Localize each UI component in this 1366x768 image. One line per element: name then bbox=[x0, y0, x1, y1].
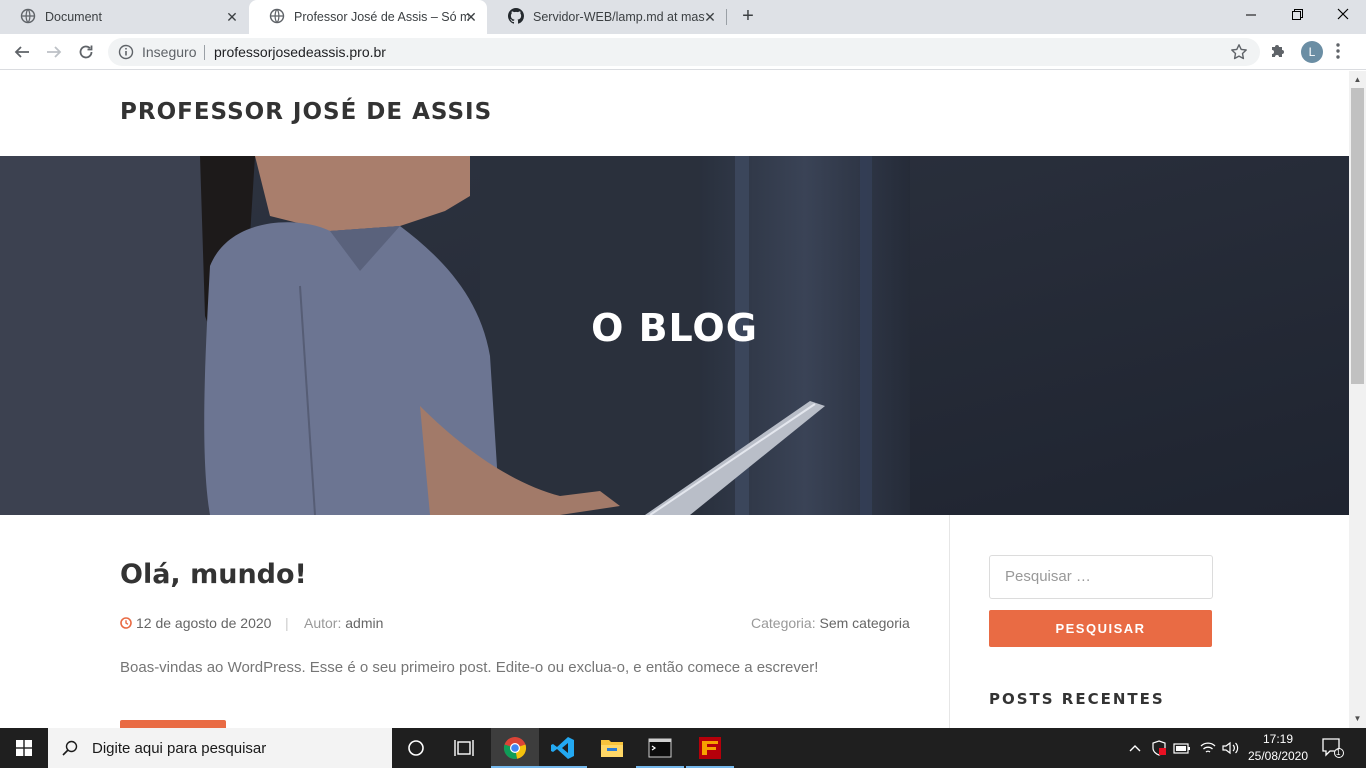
category-link[interactable]: Sem categoria bbox=[819, 615, 909, 631]
author-link[interactable]: admin bbox=[345, 615, 383, 631]
taskbar-search-box[interactable]: Digite aqui para pesquisar bbox=[48, 728, 392, 768]
tab-document[interactable]: Document ✕ bbox=[0, 0, 248, 34]
taskbar-vscode[interactable] bbox=[539, 728, 587, 768]
bookmark-star-icon[interactable] bbox=[1230, 43, 1248, 66]
new-tab-button[interactable]: + bbox=[737, 6, 759, 28]
scroll-up-arrow-icon[interactable]: ▲ bbox=[1353, 75, 1362, 84]
browser-toolbar: Inseguro professorjosedeassis.pro.br L bbox=[0, 34, 1366, 70]
chrome-icon bbox=[503, 737, 527, 759]
profile-avatar[interactable]: L bbox=[1301, 41, 1323, 63]
windows-logo-icon bbox=[16, 740, 32, 756]
minimize-icon bbox=[1246, 14, 1256, 16]
more-menu-icon[interactable] bbox=[1336, 42, 1340, 65]
globe-icon bbox=[20, 8, 36, 27]
clock-icon bbox=[120, 617, 132, 629]
tab-strip: Document ✕ Professor José de Assis – Só … bbox=[0, 0, 1366, 34]
taskbar-chrome[interactable] bbox=[491, 728, 539, 768]
taskbar-terminal[interactable] bbox=[636, 728, 684, 768]
cortana-button[interactable] bbox=[392, 728, 440, 768]
tab-separator bbox=[726, 9, 727, 25]
meta-separator: | bbox=[285, 615, 289, 631]
tab-title: Document bbox=[45, 10, 102, 24]
category-label: Categoria: bbox=[751, 615, 816, 631]
author-label: Autor: bbox=[304, 615, 342, 631]
forward-arrow-icon bbox=[47, 46, 62, 58]
vscode-icon bbox=[551, 737, 574, 759]
security-label[interactable]: Inseguro bbox=[142, 44, 196, 60]
read-more-button[interactable] bbox=[120, 720, 226, 728]
back-button[interactable] bbox=[8, 38, 36, 66]
terminal-icon bbox=[648, 738, 672, 758]
clock-date: 25/08/2020 bbox=[1247, 749, 1309, 763]
hero-banner: O BLOG bbox=[0, 156, 1349, 515]
taskbar-clock[interactable]: 17:19 25/08/2020 bbox=[1244, 731, 1312, 765]
wifi-icon[interactable] bbox=[1197, 728, 1219, 768]
extensions-puzzle-icon[interactable] bbox=[1269, 42, 1287, 65]
post-category: Categoria: Sem categoria bbox=[751, 615, 910, 631]
cortana-circle-icon bbox=[408, 740, 424, 756]
reload-button[interactable] bbox=[72, 38, 100, 66]
close-icon bbox=[1337, 8, 1349, 20]
scroll-thumb[interactable] bbox=[1351, 88, 1364, 384]
taskbar-search-placeholder: Digite aqui para pesquisar bbox=[92, 739, 267, 757]
sidebar-divider bbox=[949, 515, 950, 728]
app-grid-icon bbox=[699, 737, 721, 759]
recent-posts-title: POSTS RECENTES bbox=[989, 690, 1165, 708]
restore-icon bbox=[1291, 9, 1303, 20]
post-excerpt: Boas-vindas ao WordPress. Esse é o seu p… bbox=[120, 659, 819, 676]
restore-button[interactable] bbox=[1274, 0, 1320, 30]
page-scrollbar[interactable]: ▲ ▼ bbox=[1349, 71, 1366, 728]
tray-overflow-chevron-icon[interactable] bbox=[1124, 728, 1146, 768]
post-author: Autor: admin bbox=[304, 615, 383, 631]
folder-icon bbox=[601, 740, 623, 757]
close-tab-icon[interactable]: ✕ bbox=[463, 9, 479, 25]
url-text[interactable]: professorjosedeassis.pro.br bbox=[214, 44, 386, 60]
forward-button[interactable] bbox=[40, 38, 68, 66]
tab-title: Professor José de Assis – Só mais bbox=[294, 10, 469, 24]
post-title[interactable]: Olá, mundo! bbox=[120, 559, 307, 590]
address-bar[interactable]: Inseguro professorjosedeassis.pro.br bbox=[108, 38, 1260, 66]
post-date: 12 de agosto de 2020 bbox=[120, 615, 271, 631]
tab-professor-jose[interactable]: Professor José de Assis – Só mais ✕ bbox=[249, 0, 487, 34]
close-tab-icon[interactable]: ✕ bbox=[702, 9, 718, 25]
task-view-button[interactable] bbox=[440, 728, 488, 768]
sidebar-search-input[interactable]: Pesquisar … bbox=[989, 555, 1213, 599]
start-button[interactable] bbox=[0, 728, 48, 768]
taskbar-file-explorer[interactable] bbox=[588, 728, 636, 768]
notification-center-icon[interactable]: 1 bbox=[1322, 738, 1344, 763]
close-window-button[interactable] bbox=[1320, 0, 1366, 30]
site-title[interactable]: PROFESSOR JOSÉ DE ASSIS bbox=[120, 99, 492, 125]
info-icon[interactable] bbox=[118, 44, 134, 65]
scroll-down-arrow-icon[interactable]: ▼ bbox=[1353, 714, 1362, 723]
address-divider bbox=[204, 45, 205, 60]
post-date-text[interactable]: 12 de agosto de 2020 bbox=[136, 615, 271, 631]
search-icon bbox=[62, 740, 78, 756]
notification-count: 1 bbox=[1336, 748, 1341, 757]
tab-github[interactable]: Servidor-WEB/lamp.md at maste ✕ bbox=[488, 0, 726, 34]
task-view-icon bbox=[454, 740, 474, 756]
close-tab-icon[interactable]: ✕ bbox=[224, 9, 240, 25]
minimize-button[interactable] bbox=[1228, 0, 1274, 30]
back-arrow-icon bbox=[14, 46, 29, 58]
reload-icon bbox=[79, 45, 93, 59]
security-shield-icon[interactable] bbox=[1148, 728, 1170, 768]
windows-taskbar: Digite aqui para pesquisar 17:19 25/08/2… bbox=[0, 728, 1366, 768]
tab-title: Servidor-WEB/lamp.md at maste bbox=[533, 10, 705, 24]
page-viewport: PROFESSOR JOSÉ DE ASSIS O BLOG Olá, mund… bbox=[0, 71, 1349, 728]
volume-icon[interactable] bbox=[1220, 728, 1242, 768]
github-icon bbox=[508, 7, 525, 27]
taskbar-filezilla[interactable] bbox=[686, 728, 734, 768]
hero-title: O BLOG bbox=[591, 306, 758, 350]
globe-icon bbox=[269, 8, 285, 27]
battery-icon[interactable] bbox=[1171, 728, 1193, 768]
sidebar-search-button[interactable]: PESQUISAR bbox=[989, 610, 1212, 647]
clock-time: 17:19 bbox=[1262, 732, 1294, 746]
